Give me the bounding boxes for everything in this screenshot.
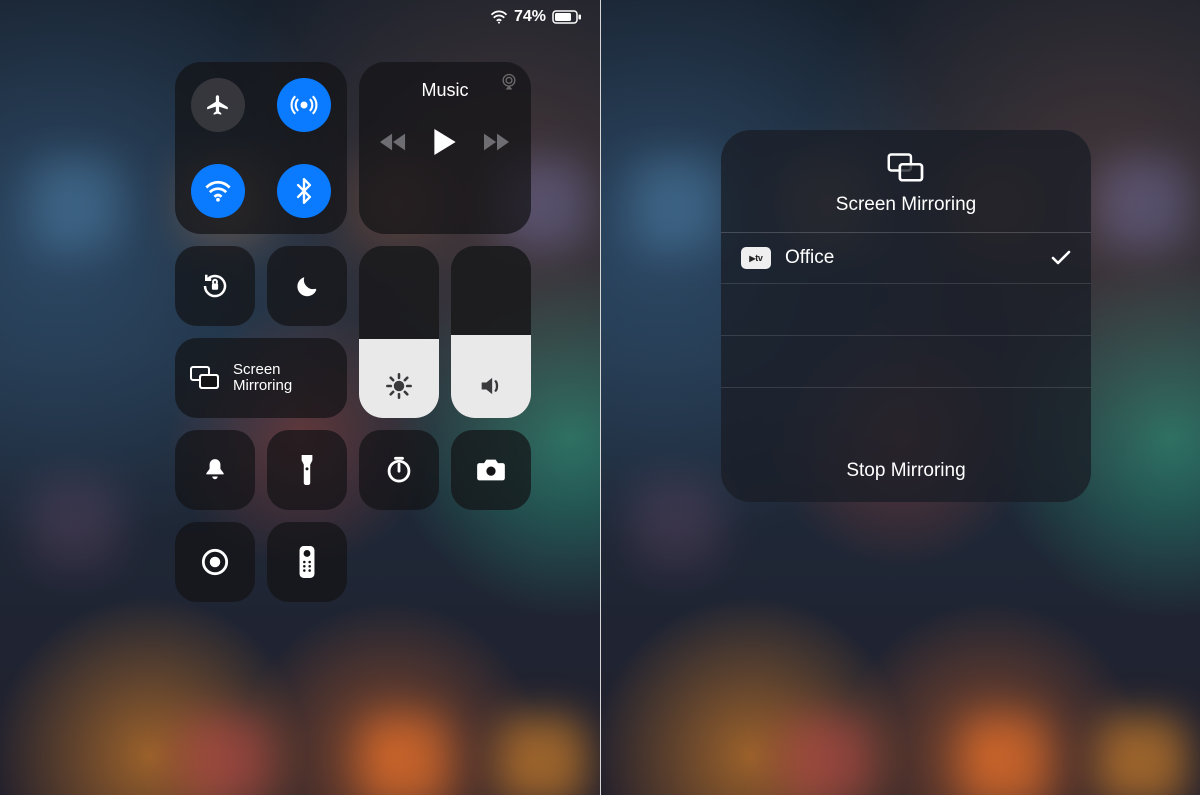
play-button[interactable] [434,129,456,155]
apple-tv-badge-icon: ▶tv [741,247,771,269]
record-icon [201,548,229,576]
volume-icon [477,372,505,400]
screen-mirroring-sheet-pane: Screen Mirroring ▶tv Office Stop Mirrori… [600,0,1200,795]
timer-icon [385,456,413,484]
bell-icon [203,457,227,483]
rotation-lock-icon [200,271,230,301]
camera-button[interactable] [451,430,531,510]
checkmark-icon [1051,250,1071,266]
do-not-disturb-toggle[interactable] [267,246,347,326]
wifi-icon [204,180,232,202]
screen-mirroring-tile[interactable]: Screen Mirroring [175,338,347,418]
battery-icon [552,10,582,24]
mirroring-device-row [721,336,1091,388]
screen-mirroring-icon [189,365,221,391]
status-bar: 74% [490,8,582,26]
battery-percent-label: 74% [514,8,546,26]
bluetooth-icon [296,178,312,204]
rotation-lock-toggle[interactable] [175,246,255,326]
airplane-mode-toggle[interactable] [191,78,245,132]
music-tile[interactable]: Music [359,62,531,234]
flashlight-icon [299,455,315,485]
brightness-slider[interactable] [359,246,439,418]
screen-mirroring-icon [885,152,927,184]
flashlight-toggle[interactable] [267,430,347,510]
stop-mirroring-label: Stop Mirroring [846,460,965,481]
silent-mode-toggle[interactable] [175,430,255,510]
control-center-grid: Music [175,62,535,602]
airplane-icon [205,92,231,118]
screen-mirroring-label: Screen Mirroring [233,362,292,395]
stop-mirroring-button[interactable]: Stop Mirroring [721,440,1091,502]
bluetooth-toggle[interactable] [277,164,331,218]
screen-record-button[interactable] [175,522,255,602]
mirroring-device-row [721,284,1091,336]
popup-title: Screen Mirroring [836,194,976,216]
moon-icon [294,273,320,299]
volume-slider[interactable] [451,246,531,418]
music-title-label: Music [421,80,468,101]
next-track-button[interactable] [484,133,510,151]
screen-mirroring-popup: Screen Mirroring ▶tv Office Stop Mirrori… [721,130,1091,502]
wifi-toggle[interactable] [191,164,245,218]
apple-tv-remote-button[interactable] [267,522,347,602]
airplay-audio-icon [499,72,519,92]
airdrop-toggle[interactable] [277,78,331,132]
connectivity-tile [175,62,347,234]
brightness-icon [385,372,413,400]
mirroring-device-row[interactable]: ▶tv Office [721,233,1091,284]
timer-button[interactable] [359,430,439,510]
camera-icon [476,458,506,482]
device-name-label: Office [785,247,834,269]
airdrop-icon [290,91,318,119]
remote-icon [299,546,315,578]
wifi-status-icon [490,10,508,24]
previous-track-button[interactable] [380,133,406,151]
control-center-pane: 74% [0,0,600,795]
mirroring-device-row [721,388,1091,440]
